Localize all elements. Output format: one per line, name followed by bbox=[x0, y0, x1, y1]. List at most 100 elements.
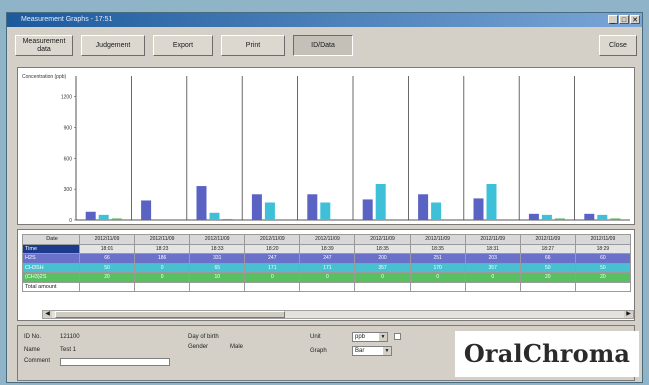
ch32s-cell: 10 bbox=[189, 272, 246, 283]
ch32s-cell: 0 bbox=[464, 272, 521, 283]
bar-h2s bbox=[362, 199, 373, 220]
bar-ch32s bbox=[610, 218, 621, 220]
id-data-button[interactable]: ID/Data bbox=[293, 35, 353, 56]
time-cell[interactable]: 18:20 bbox=[244, 243, 301, 254]
window-title: Measurement Graphs - 17:51 bbox=[21, 16, 113, 23]
gender-value: Male bbox=[230, 344, 244, 350]
date-cell[interactable]: 2012/11/09 bbox=[519, 234, 576, 245]
scroll-right-icon[interactable]: ▶ bbox=[624, 311, 633, 318]
table-row-time: Time 18:01 18:23 18:33 18:20 18:39 18:35… bbox=[22, 243, 632, 254]
total-cell bbox=[574, 281, 632, 292]
ch3sh-cell: 171 bbox=[299, 262, 356, 273]
date-cell[interactable]: 2012/11/09 bbox=[574, 234, 632, 245]
ch3sh-cell: 357 bbox=[464, 262, 521, 273]
ch32s-cell: 0 bbox=[299, 272, 356, 283]
dob-label: Day of birth bbox=[188, 334, 219, 340]
ch32s-cell: 0 bbox=[244, 272, 301, 283]
ch3sh-cell: 50 bbox=[574, 262, 632, 273]
h2s-cell: 251 bbox=[409, 253, 466, 264]
date-cell[interactable]: 2012/11/09 bbox=[134, 234, 191, 245]
horizontal-scrollbar[interactable]: ◀ ▶ bbox=[42, 310, 634, 319]
table-row-ch3sh: CH3SH 50 0 65 171 171 357 170 357 50 50 bbox=[22, 262, 632, 273]
print-button[interactable]: Print bbox=[221, 35, 285, 56]
scroll-left-icon[interactable]: ◀ bbox=[43, 311, 52, 318]
gender-label: Gender bbox=[188, 344, 209, 350]
time-cell[interactable]: 18:35 bbox=[354, 243, 411, 254]
measurement-table-panel: Date 2012/11/09 2012/11/09 2012/11/09 20… bbox=[17, 229, 635, 321]
ch3sh-label: CH3SH bbox=[22, 262, 80, 273]
bar-ch3sh bbox=[541, 214, 552, 220]
unit-select[interactable]: ppb ▼ bbox=[352, 332, 388, 342]
chevron-down-icon: ▼ bbox=[379, 333, 387, 341]
ch3sh-cell: 170 bbox=[409, 262, 466, 273]
time-cell[interactable]: 18:33 bbox=[189, 243, 246, 254]
bar-h2s bbox=[307, 194, 318, 220]
scroll-thumb[interactable] bbox=[55, 311, 285, 318]
bar-h2s bbox=[251, 194, 262, 220]
total-cell bbox=[189, 281, 246, 292]
y-tick-label: 900 bbox=[64, 125, 73, 131]
bar-ch3sh bbox=[209, 212, 220, 220]
measurement-table: Date 2012/11/09 2012/11/09 2012/11/09 20… bbox=[22, 234, 632, 292]
measurement-data-button[interactable]: Measurement data bbox=[15, 35, 73, 56]
comment-field[interactable] bbox=[60, 358, 170, 366]
ch3sh-cell: 357 bbox=[354, 262, 411, 273]
date-cell[interactable]: 2012/11/09 bbox=[464, 234, 521, 245]
ch32s-cell: 20 bbox=[519, 272, 576, 283]
total-cell bbox=[519, 281, 576, 292]
graph-select[interactable]: Bar ▼ bbox=[352, 346, 392, 356]
date-cell[interactable]: 2012/11/09 bbox=[189, 234, 246, 245]
h2s-cell: 247 bbox=[244, 253, 301, 264]
bar-ch3sh bbox=[264, 202, 275, 220]
close-window-icon[interactable]: ✕ bbox=[630, 15, 640, 24]
total-label: Total amount bbox=[22, 281, 80, 292]
chart-svg: Concentration (ppb) 1200 900 600 300 0 bbox=[22, 74, 630, 224]
id-value: 121100 bbox=[60, 334, 80, 340]
minimize-icon[interactable]: _ bbox=[608, 15, 618, 24]
ch3sh-cell: 0 bbox=[134, 262, 191, 273]
time-cell[interactable]: 18:01 bbox=[78, 243, 136, 254]
ch3sh-cell: 50 bbox=[78, 262, 136, 273]
unit-checkbox[interactable] bbox=[394, 333, 401, 340]
comment-label: Comment bbox=[24, 358, 51, 364]
bar-ch3sh bbox=[320, 202, 331, 220]
total-cell bbox=[464, 281, 521, 292]
name-value: Test 1 bbox=[60, 347, 77, 353]
bar-ch32s bbox=[554, 218, 565, 220]
close-button[interactable]: Close bbox=[599, 35, 637, 56]
time-cell[interactable]: 18:35 bbox=[409, 243, 466, 254]
time-cell[interactable]: 18:27 bbox=[519, 243, 576, 254]
window-controls: _ □ ✕ bbox=[608, 15, 640, 24]
total-cell bbox=[299, 281, 356, 292]
bar-h2s bbox=[528, 213, 539, 220]
bar-ch3sh bbox=[486, 184, 497, 220]
total-cell bbox=[78, 281, 136, 292]
y-tick-label: 600 bbox=[64, 156, 73, 162]
date-label: Date bbox=[22, 234, 80, 245]
time-cell[interactable]: 18:31 bbox=[464, 243, 521, 254]
judgement-button[interactable]: Judgement bbox=[81, 35, 145, 56]
app-window: Measurement Graphs - 17:51 _ □ ✕ Measure… bbox=[6, 12, 643, 383]
date-cell[interactable]: 2012/11/09 bbox=[354, 234, 411, 245]
export-button[interactable]: Export bbox=[153, 35, 213, 56]
bar-ch3sh bbox=[431, 202, 442, 220]
time-cell[interactable]: 18:39 bbox=[299, 243, 356, 254]
time-cell[interactable]: 18:29 bbox=[574, 243, 632, 254]
date-cell[interactable]: 2012/11/09 bbox=[409, 234, 466, 245]
ch32s-cell: 20 bbox=[574, 272, 632, 283]
date-cell[interactable]: 2012/11/09 bbox=[244, 234, 301, 245]
ch32s-label: (CH3)2S bbox=[22, 272, 80, 283]
total-cell bbox=[244, 281, 301, 292]
total-cell bbox=[134, 281, 191, 292]
ch32s-cell: 0 bbox=[354, 272, 411, 283]
time-cell[interactable]: 18:23 bbox=[134, 243, 191, 254]
date-cell[interactable]: 2012/11/09 bbox=[78, 234, 136, 245]
h2s-cell: 203 bbox=[464, 253, 521, 264]
oralchroma-logo: OralChroma bbox=[455, 331, 639, 377]
time-label: Time bbox=[22, 243, 80, 254]
date-cell[interactable]: 2012/11/09 bbox=[299, 234, 356, 245]
maximize-icon[interactable]: □ bbox=[619, 15, 629, 24]
h2s-cell: 186 bbox=[134, 253, 191, 264]
bar-ch32s bbox=[222, 218, 233, 220]
table-row-total: Total amount bbox=[22, 281, 632, 292]
